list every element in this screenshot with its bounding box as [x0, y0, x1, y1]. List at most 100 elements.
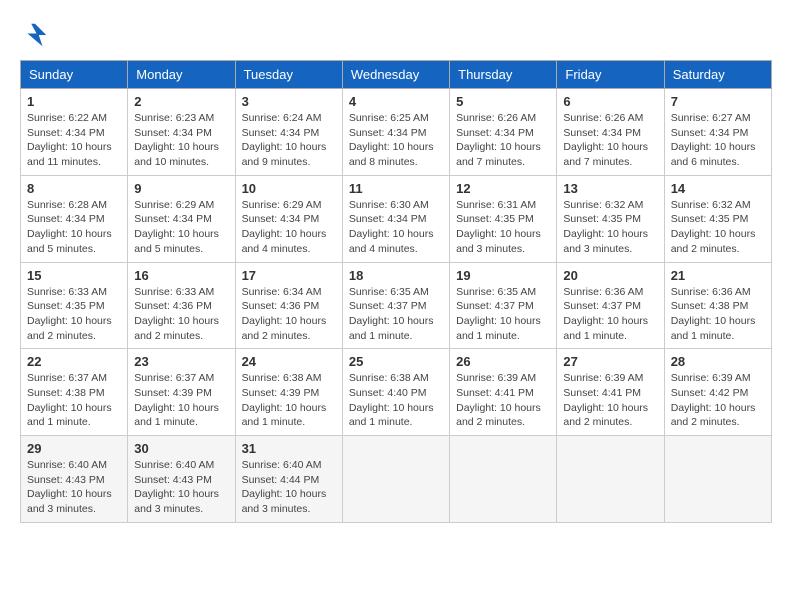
day-info: Sunrise: 6:40 AM Sunset: 4:44 PM Dayligh…: [242, 458, 336, 517]
calendar-day-cell: 30 Sunrise: 6:40 AM Sunset: 4:43 PM Dayl…: [128, 436, 235, 523]
calendar-day-cell: 11 Sunrise: 6:30 AM Sunset: 4:34 PM Dayl…: [342, 175, 449, 262]
day-info: Sunrise: 6:37 AM Sunset: 4:39 PM Dayligh…: [134, 371, 228, 430]
calendar-day-cell: 18 Sunrise: 6:35 AM Sunset: 4:37 PM Dayl…: [342, 262, 449, 349]
day-number: 21: [671, 268, 765, 283]
calendar-day-cell: 1 Sunrise: 6:22 AM Sunset: 4:34 PM Dayli…: [21, 89, 128, 176]
day-number: 29: [27, 441, 121, 456]
day-number: 2: [134, 94, 228, 109]
weekday-header: Monday: [128, 61, 235, 89]
day-number: 31: [242, 441, 336, 456]
day-number: 19: [456, 268, 550, 283]
calendar-day-cell: 20 Sunrise: 6:36 AM Sunset: 4:37 PM Dayl…: [557, 262, 664, 349]
calendar-day-cell: 24 Sunrise: 6:38 AM Sunset: 4:39 PM Dayl…: [235, 349, 342, 436]
weekday-header: Saturday: [664, 61, 771, 89]
day-number: 22: [27, 354, 121, 369]
day-info: Sunrise: 6:32 AM Sunset: 4:35 PM Dayligh…: [671, 198, 765, 257]
weekday-header: Sunday: [21, 61, 128, 89]
calendar-day-cell: 14 Sunrise: 6:32 AM Sunset: 4:35 PM Dayl…: [664, 175, 771, 262]
calendar-week-row: 22 Sunrise: 6:37 AM Sunset: 4:38 PM Dayl…: [21, 349, 772, 436]
calendar-day-cell: [557, 436, 664, 523]
calendar-day-cell: 7 Sunrise: 6:27 AM Sunset: 4:34 PM Dayli…: [664, 89, 771, 176]
calendar-day-cell: 5 Sunrise: 6:26 AM Sunset: 4:34 PM Dayli…: [450, 89, 557, 176]
day-number: 24: [242, 354, 336, 369]
calendar-day-cell: 25 Sunrise: 6:38 AM Sunset: 4:40 PM Dayl…: [342, 349, 449, 436]
calendar-week-row: 29 Sunrise: 6:40 AM Sunset: 4:43 PM Dayl…: [21, 436, 772, 523]
day-number: 1: [27, 94, 121, 109]
day-info: Sunrise: 6:23 AM Sunset: 4:34 PM Dayligh…: [134, 111, 228, 170]
header: [20, 20, 772, 50]
day-info: Sunrise: 6:26 AM Sunset: 4:34 PM Dayligh…: [563, 111, 657, 170]
calendar-day-cell: 28 Sunrise: 6:39 AM Sunset: 4:42 PM Dayl…: [664, 349, 771, 436]
day-info: Sunrise: 6:36 AM Sunset: 4:37 PM Dayligh…: [563, 285, 657, 344]
day-info: Sunrise: 6:24 AM Sunset: 4:34 PM Dayligh…: [242, 111, 336, 170]
day-number: 15: [27, 268, 121, 283]
day-info: Sunrise: 6:29 AM Sunset: 4:34 PM Dayligh…: [242, 198, 336, 257]
day-number: 28: [671, 354, 765, 369]
calendar-day-cell: 13 Sunrise: 6:32 AM Sunset: 4:35 PM Dayl…: [557, 175, 664, 262]
day-info: Sunrise: 6:37 AM Sunset: 4:38 PM Dayligh…: [27, 371, 121, 430]
calendar-day-cell: 10 Sunrise: 6:29 AM Sunset: 4:34 PM Dayl…: [235, 175, 342, 262]
day-info: Sunrise: 6:30 AM Sunset: 4:34 PM Dayligh…: [349, 198, 443, 257]
day-info: Sunrise: 6:25 AM Sunset: 4:34 PM Dayligh…: [349, 111, 443, 170]
day-number: 30: [134, 441, 228, 456]
calendar-day-cell: 16 Sunrise: 6:33 AM Sunset: 4:36 PM Dayl…: [128, 262, 235, 349]
day-number: 3: [242, 94, 336, 109]
day-info: Sunrise: 6:39 AM Sunset: 4:41 PM Dayligh…: [563, 371, 657, 430]
calendar-day-cell: 21 Sunrise: 6:36 AM Sunset: 4:38 PM Dayl…: [664, 262, 771, 349]
calendar-week-row: 15 Sunrise: 6:33 AM Sunset: 4:35 PM Dayl…: [21, 262, 772, 349]
calendar-day-cell: 19 Sunrise: 6:35 AM Sunset: 4:37 PM Dayl…: [450, 262, 557, 349]
day-info: Sunrise: 6:35 AM Sunset: 4:37 PM Dayligh…: [456, 285, 550, 344]
calendar-day-cell: 31 Sunrise: 6:40 AM Sunset: 4:44 PM Dayl…: [235, 436, 342, 523]
calendar-day-cell: 6 Sunrise: 6:26 AM Sunset: 4:34 PM Dayli…: [557, 89, 664, 176]
logo: [20, 20, 54, 50]
day-number: 6: [563, 94, 657, 109]
day-info: Sunrise: 6:40 AM Sunset: 4:43 PM Dayligh…: [27, 458, 121, 517]
day-info: Sunrise: 6:26 AM Sunset: 4:34 PM Dayligh…: [456, 111, 550, 170]
calendar-table: SundayMondayTuesdayWednesdayThursdayFrid…: [20, 60, 772, 523]
day-info: Sunrise: 6:38 AM Sunset: 4:39 PM Dayligh…: [242, 371, 336, 430]
day-info: Sunrise: 6:33 AM Sunset: 4:36 PM Dayligh…: [134, 285, 228, 344]
calendar-day-cell: [342, 436, 449, 523]
weekday-header: Tuesday: [235, 61, 342, 89]
weekday-header: Thursday: [450, 61, 557, 89]
day-number: 4: [349, 94, 443, 109]
day-number: 14: [671, 181, 765, 196]
day-number: 18: [349, 268, 443, 283]
calendar-day-cell: [664, 436, 771, 523]
day-info: Sunrise: 6:33 AM Sunset: 4:35 PM Dayligh…: [27, 285, 121, 344]
calendar-day-cell: [450, 436, 557, 523]
day-info: Sunrise: 6:39 AM Sunset: 4:42 PM Dayligh…: [671, 371, 765, 430]
day-number: 13: [563, 181, 657, 196]
weekday-header-row: SundayMondayTuesdayWednesdayThursdayFrid…: [21, 61, 772, 89]
day-info: Sunrise: 6:27 AM Sunset: 4:34 PM Dayligh…: [671, 111, 765, 170]
calendar-day-cell: 17 Sunrise: 6:34 AM Sunset: 4:36 PM Dayl…: [235, 262, 342, 349]
day-number: 17: [242, 268, 336, 283]
day-info: Sunrise: 6:32 AM Sunset: 4:35 PM Dayligh…: [563, 198, 657, 257]
calendar-day-cell: 26 Sunrise: 6:39 AM Sunset: 4:41 PM Dayl…: [450, 349, 557, 436]
day-number: 11: [349, 181, 443, 196]
calendar-day-cell: 22 Sunrise: 6:37 AM Sunset: 4:38 PM Dayl…: [21, 349, 128, 436]
day-number: 25: [349, 354, 443, 369]
day-info: Sunrise: 6:28 AM Sunset: 4:34 PM Dayligh…: [27, 198, 121, 257]
calendar-day-cell: 15 Sunrise: 6:33 AM Sunset: 4:35 PM Dayl…: [21, 262, 128, 349]
calendar-day-cell: 3 Sunrise: 6:24 AM Sunset: 4:34 PM Dayli…: [235, 89, 342, 176]
calendar-day-cell: 8 Sunrise: 6:28 AM Sunset: 4:34 PM Dayli…: [21, 175, 128, 262]
day-number: 23: [134, 354, 228, 369]
day-info: Sunrise: 6:39 AM Sunset: 4:41 PM Dayligh…: [456, 371, 550, 430]
calendar-day-cell: 9 Sunrise: 6:29 AM Sunset: 4:34 PM Dayli…: [128, 175, 235, 262]
calendar-day-cell: 2 Sunrise: 6:23 AM Sunset: 4:34 PM Dayli…: [128, 89, 235, 176]
day-info: Sunrise: 6:35 AM Sunset: 4:37 PM Dayligh…: [349, 285, 443, 344]
calendar-day-cell: 27 Sunrise: 6:39 AM Sunset: 4:41 PM Dayl…: [557, 349, 664, 436]
day-info: Sunrise: 6:40 AM Sunset: 4:43 PM Dayligh…: [134, 458, 228, 517]
day-number: 7: [671, 94, 765, 109]
day-number: 12: [456, 181, 550, 196]
day-info: Sunrise: 6:29 AM Sunset: 4:34 PM Dayligh…: [134, 198, 228, 257]
day-info: Sunrise: 6:38 AM Sunset: 4:40 PM Dayligh…: [349, 371, 443, 430]
calendar-day-cell: 4 Sunrise: 6:25 AM Sunset: 4:34 PM Dayli…: [342, 89, 449, 176]
day-number: 16: [134, 268, 228, 283]
day-info: Sunrise: 6:31 AM Sunset: 4:35 PM Dayligh…: [456, 198, 550, 257]
day-number: 27: [563, 354, 657, 369]
day-info: Sunrise: 6:36 AM Sunset: 4:38 PM Dayligh…: [671, 285, 765, 344]
calendar-week-row: 1 Sunrise: 6:22 AM Sunset: 4:34 PM Dayli…: [21, 89, 772, 176]
day-number: 10: [242, 181, 336, 196]
